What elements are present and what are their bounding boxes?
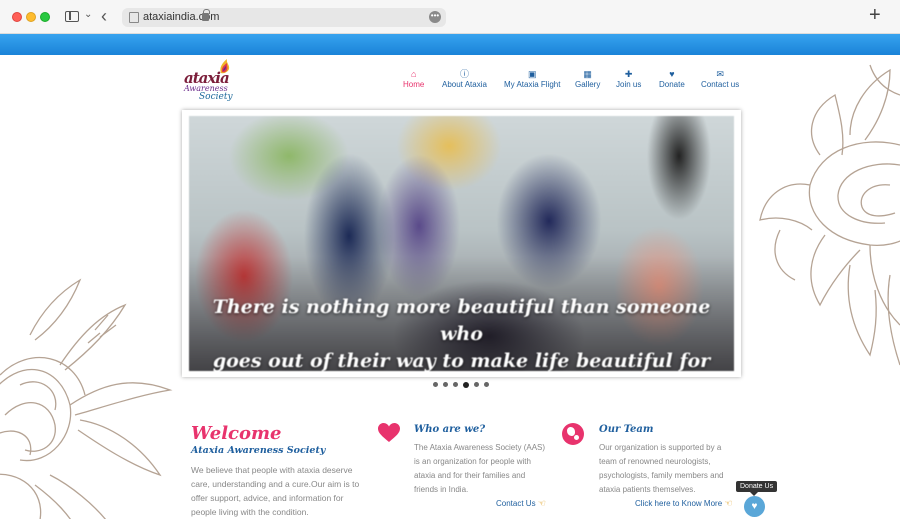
welcome-subtitle: Ataxia Awareness Society (191, 445, 326, 456)
welcome-text: We believe that people with ataxia deser… (191, 465, 360, 517)
slider-dot-5[interactable] (474, 382, 479, 387)
hero-slider[interactable]: There is nothing more beautiful than som… (182, 110, 741, 377)
heart-icon: ♥ (751, 501, 758, 512)
page-icon (129, 12, 139, 23)
slider-dot-2[interactable] (443, 382, 448, 387)
top-banner-bar (0, 34, 900, 55)
sidebar-toggle-icon[interactable] (65, 11, 79, 22)
minimize-window-button[interactable] (26, 12, 36, 22)
page-content: ataxia Awareness Society ⌂ Home ⓘ About … (0, 55, 900, 519)
who-text: The Ataxia Awareness Society (AAS) is an… (414, 443, 546, 494)
pointing-hand-icon: ☜ (724, 498, 733, 508)
zoom-window-button[interactable] (40, 12, 50, 22)
address-bar[interactable]: ataxiaindia.com ••• (122, 8, 446, 27)
nav-gallery[interactable]: ▦ Gallery (575, 69, 600, 89)
more-icon[interactable]: ••• (429, 11, 441, 23)
slider-dot-4[interactable] (463, 381, 469, 388)
donate-float-button[interactable]: ♥ (744, 496, 765, 517)
flower-decoration-left (0, 278, 173, 519)
team-text: Our organization is supported by a team … (599, 443, 724, 494)
nav-contact-us[interactable]: ✉ Contact us (701, 69, 739, 89)
welcome-title: Welcome (191, 423, 282, 444)
who-title: Who are we? (414, 424, 486, 435)
back-button[interactable]: ‹ (101, 6, 107, 27)
know-more-link[interactable]: Click here to Know More ☜ (635, 498, 732, 509)
slider-dot-1[interactable] (433, 382, 438, 387)
slide-image: There is nothing more beautiful than som… (189, 116, 734, 371)
main-navigation: ⌂ Home ⓘ About Ataxia ▣ My Ataxia Flight… (0, 69, 900, 99)
info-icon: ⓘ (459, 69, 469, 79)
plus-icon: ✚ (624, 69, 633, 79)
lock-icon (202, 9, 210, 21)
nav-join-us[interactable]: ✚ Join us (616, 69, 641, 89)
nav-home[interactable]: ⌂ Home (403, 69, 424, 89)
new-tab-button[interactable]: + (869, 4, 881, 27)
slider-dot-6[interactable] (484, 382, 489, 387)
contact-us-link[interactable]: Contact Us ☜ (496, 498, 546, 509)
slide-quote: There is nothing more beautiful than som… (212, 296, 711, 371)
donate-tooltip: Donate Us (736, 481, 778, 496)
globe-icon (562, 423, 584, 445)
gallery-icon: ▦ (583, 69, 592, 79)
browser-toolbar: ⌄ ‹ ataxiaindia.com ••• + (0, 0, 900, 34)
home-icon: ⌂ (410, 69, 417, 79)
inbox-icon: ▣ (527, 69, 537, 79)
envelope-icon: ✉ (716, 69, 724, 79)
chevron-down-icon[interactable]: ⌄ (84, 9, 92, 20)
heart-icon (378, 423, 400, 442)
nav-about-ataxia[interactable]: ⓘ About Ataxia (442, 69, 487, 89)
nav-my-ataxia-flight[interactable]: ▣ My Ataxia Flight (504, 69, 560, 89)
team-title: Our Team (599, 424, 654, 435)
nav-donate[interactable]: ♥ Donate (659, 69, 685, 89)
pointing-hand-icon: ☜ (537, 498, 546, 508)
flower-decoration-right (759, 64, 900, 366)
slider-dot-3[interactable] (453, 382, 458, 387)
heart-icon: ♥ (669, 69, 675, 79)
close-window-button[interactable] (12, 12, 22, 22)
